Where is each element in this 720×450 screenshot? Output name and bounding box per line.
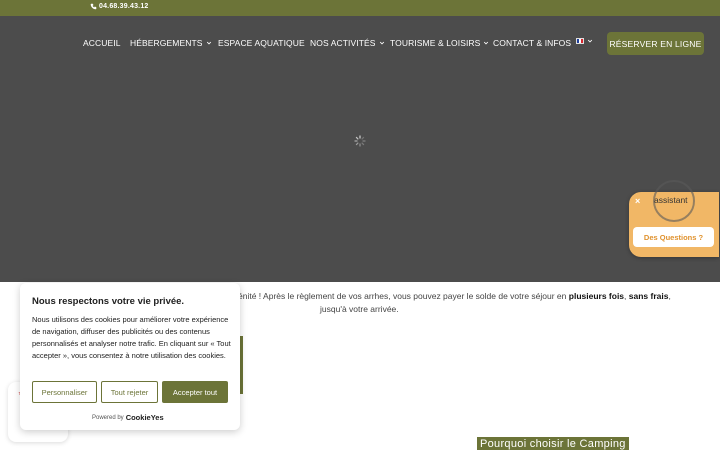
cookie-consent-banner: Nous respectons votre vie privée. Nous u… (20, 283, 240, 430)
phone-number[interactable]: 04.68.39.43.12 (90, 3, 149, 10)
nav-item-label: NOS ACTIVITÉS (310, 38, 376, 48)
reserve-online-button[interactable]: RÉSERVER EN LIGNE (607, 32, 704, 55)
nav-item-accueil[interactable]: ACCUEIL (83, 38, 121, 48)
nav-item-hebergements[interactable]: HÉBERGEMENTS (130, 38, 212, 48)
chevron-down-icon (484, 41, 489, 45)
language-switcher[interactable] (576, 38, 593, 44)
cookie-powered-by: Powered by CookieYes (92, 413, 164, 422)
nav-item-label: ESPACE AQUATIQUE (218, 38, 305, 48)
accept-all-button[interactable]: Accepter tout (162, 381, 228, 403)
nav-item-label: CONTACT & INFOS (493, 38, 572, 48)
phone-number-text: 04.68.39.43.12 (99, 3, 149, 10)
phone-icon (90, 3, 97, 10)
nav-item-tourisme-loisirs[interactable]: TOURISME & LOISIRS (390, 38, 489, 48)
nav-item-label: HÉBERGEMENTS (130, 38, 203, 48)
loading-spinner-icon (354, 135, 366, 147)
chevron-down-icon (379, 41, 384, 45)
powered-by-text: Powered by (92, 414, 124, 421)
section-title-why-camping: Pourquoi choisir le Camping (477, 437, 629, 450)
main-navigation: ACCUEIL HÉBERGEMENTS ESPACE AQUATIQUE NO… (0, 16, 720, 70)
payment-info-line-2: jusqu'à votre arrivée. (320, 304, 399, 314)
payment-info-bold-installments: plusieurs fois (568, 291, 625, 301)
nav-item-nos-activites[interactable]: NOS ACTIVITÉS (310, 38, 385, 48)
nav-item-espace-aquatique[interactable]: ESPACE AQUATIQUE (218, 38, 305, 48)
cookieyes-logo: CookieYes (125, 413, 164, 422)
close-icon[interactable]: × (635, 196, 640, 206)
payment-info-text: énité ! Après le règlement de vos arrhes… (238, 291, 567, 301)
reject-all-button[interactable]: Tout rejeter (101, 381, 158, 403)
cookie-banner-title: Nous respectons votre vie privée. (32, 296, 185, 307)
french-flag-icon (576, 38, 584, 44)
chevron-down-icon (206, 41, 211, 45)
nav-item-contact-infos[interactable]: CONTACT & INFOS (493, 38, 571, 48)
payment-info-line: énité ! Après le règlement de vos arrhes… (238, 291, 671, 301)
top-bar: 04.68.39.43.12 (0, 0, 720, 16)
chat-assistant-widget[interactable]: × assistant Des Questions ? (629, 180, 719, 257)
assistant-label: assistant (654, 195, 688, 205)
nav-item-label: ACCUEIL (83, 38, 121, 48)
questions-button[interactable]: Des Questions ? (633, 227, 714, 247)
nav-item-label: TOURISME & LOISIRS (390, 38, 481, 48)
payment-info-bold-free: sans frais (628, 291, 669, 301)
chevron-down-icon (587, 39, 593, 43)
cookie-banner-text: Nous utilisons des cookies pour améliore… (32, 315, 231, 360)
customize-button[interactable]: Personnaliser (32, 381, 97, 403)
